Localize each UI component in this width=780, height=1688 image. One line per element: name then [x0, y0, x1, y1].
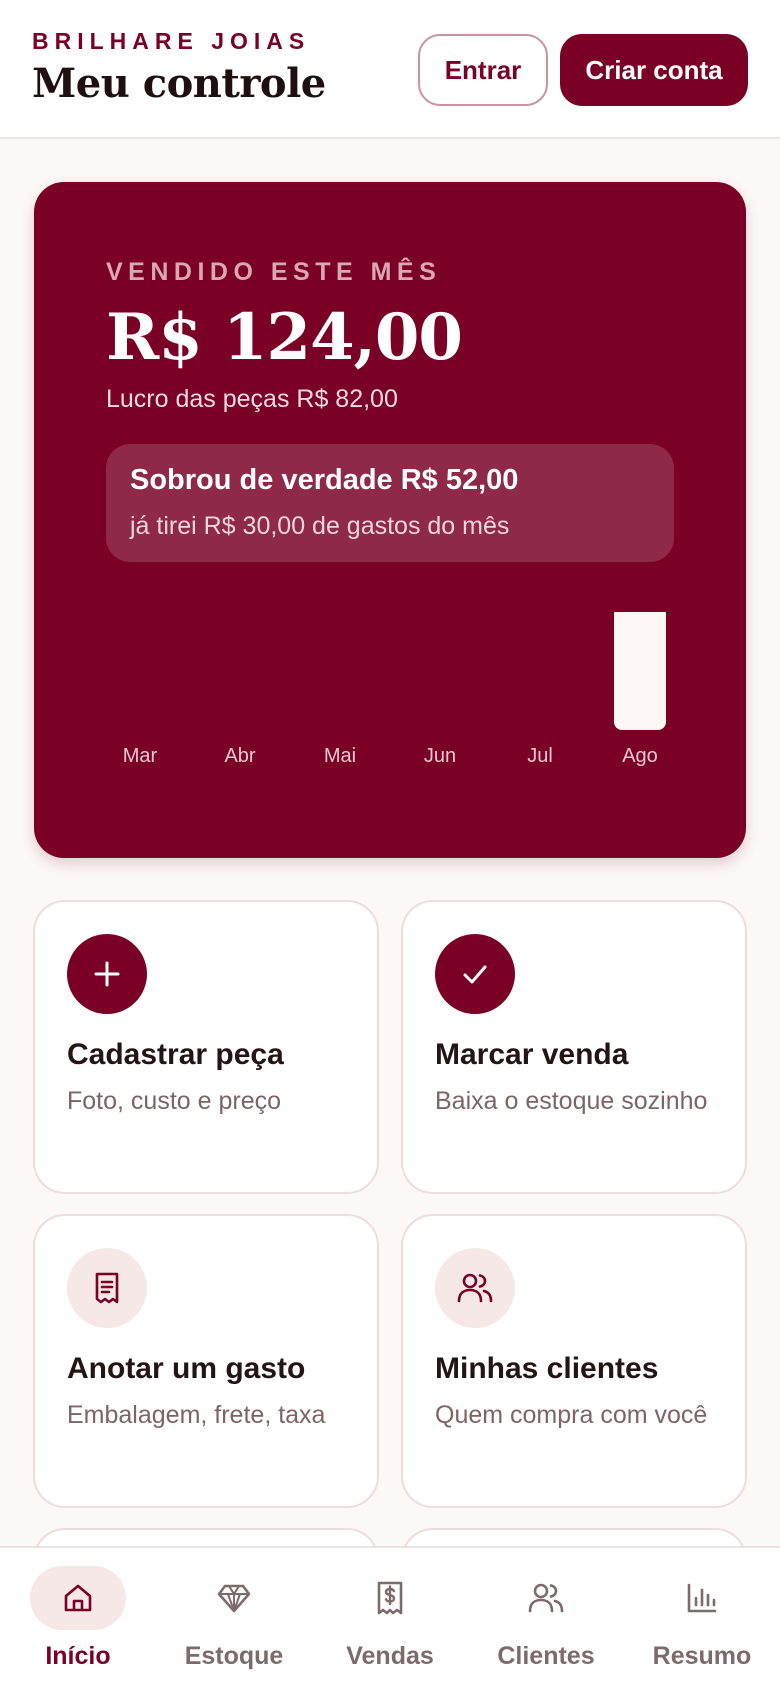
sold-amount: R$ 124,00 [106, 300, 463, 375]
expenses-deducted-text: já tirei R$ 30,00 de gastos do mês [130, 512, 510, 540]
card-description: Baixa o estoque sozinho [435, 1087, 708, 1115]
bottom-navigation: Início Estoque Vendas Clientes Resumo [0, 1546, 780, 1688]
chart-tick-label: Mar [123, 745, 158, 767]
nav-label: Início [45, 1642, 111, 1670]
monthly-sales-card: VENDIDO ESTE MÊS R$ 124,00 Lucro das peç… [34, 182, 746, 858]
card-title: Marcar venda [435, 1038, 629, 1071]
nav-item-sales[interactable]: Vendas [312, 1548, 468, 1688]
nav-item-inventory[interactable]: Estoque [156, 1548, 312, 1688]
chart-tick-label: Jul [527, 745, 553, 767]
card-description: Quem compra com você [435, 1401, 708, 1429]
nav-item-clients[interactable]: Clientes [468, 1548, 624, 1688]
card-description: Foto, custo e preço [67, 1087, 282, 1115]
nav-label: Clientes [497, 1642, 595, 1670]
home-icon [30, 1566, 126, 1630]
monthly-sales-chart: Mar Abr Mai Jun Jul Ago [106, 612, 674, 782]
sold-this-month-label: VENDIDO ESTE MÊS [106, 258, 442, 286]
card-title: Cadastrar peça [67, 1038, 284, 1071]
net-result-box: Sobrou de verdade R$ 52,00 já tirei R$ 3… [106, 444, 674, 562]
nav-item-summary[interactable]: Resumo [624, 1548, 780, 1688]
monthly-sales-chart-svg: Mar Abr Mai Jun Jul Ago [123, 612, 666, 767]
login-button[interactable]: Entrar [418, 34, 548, 106]
nav-item-home[interactable]: Início [0, 1548, 156, 1688]
diamond-icon [186, 1566, 282, 1630]
users-icon [435, 1248, 515, 1328]
nav-label: Vendas [346, 1642, 434, 1670]
app-header: BRILHARE JOIAS Meu controle Entrar Criar… [0, 0, 780, 139]
page-title: Meu controle [32, 60, 326, 107]
add-piece-card[interactable]: Cadastrar peça Foto, custo e preço [33, 900, 379, 1194]
nav-label: Estoque [184, 1642, 284, 1670]
receipt-dollar-icon [342, 1566, 438, 1630]
chart-tick-label: Abr [224, 745, 255, 767]
receipt-icon [67, 1248, 147, 1328]
bar-chart-icon [654, 1566, 750, 1630]
users-icon [498, 1566, 594, 1630]
card-description: Embalagem, frete, taxa [67, 1401, 326, 1429]
mark-sale-card[interactable]: Marcar venda Baixa o estoque sozinho [401, 900, 747, 1194]
chart-tick-label: Mai [324, 745, 356, 767]
net-result-title: Sobrou de verdade R$ 52,00 [130, 464, 519, 496]
card-title: Minhas clientes [435, 1352, 659, 1385]
nav-label: Resumo [652, 1642, 752, 1670]
plus-icon [67, 934, 147, 1014]
signup-button[interactable]: Criar conta [560, 34, 748, 106]
my-clients-card[interactable]: Minhas clientes Quem compra com você [401, 1214, 747, 1508]
check-icon [435, 934, 515, 1014]
log-expense-card[interactable]: Anotar um gasto Embalagem, frete, taxa [33, 1214, 379, 1508]
card-title: Anotar um gasto [67, 1352, 306, 1385]
chart-tick-label: Ago [622, 745, 658, 767]
chart-tick-label: Jun [424, 745, 456, 767]
profit-text: Lucro das peças R$ 82,00 [106, 385, 398, 413]
chart-bar-ago [614, 612, 666, 730]
brand-name: BRILHARE JOIAS [32, 28, 311, 54]
